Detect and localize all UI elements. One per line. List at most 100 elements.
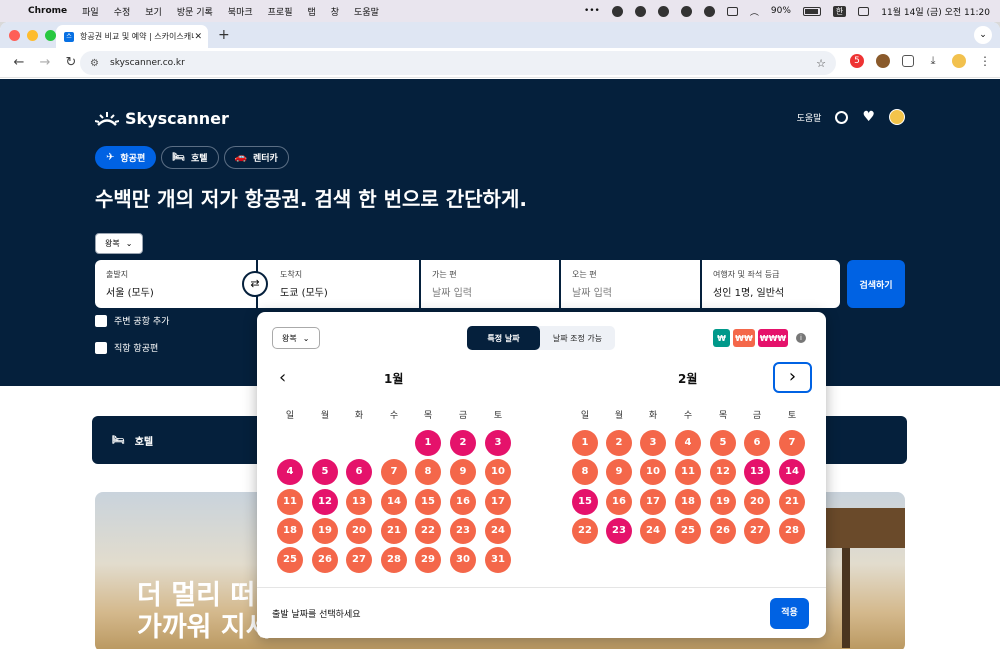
help-link[interactable]: 도움말 [797, 111, 822, 124]
extensions-puzzle-icon[interactable] [902, 55, 914, 67]
calendar-day[interactable]: 11 [277, 488, 303, 515]
calendar-day[interactable]: 24 [485, 517, 511, 544]
calendar-day[interactable]: 30 [450, 547, 476, 574]
swap-locations-button[interactable]: ⇄ [242, 271, 268, 297]
tab-close-icon[interactable]: ✕ [194, 32, 202, 42]
calendar-day[interactable]: 20 [346, 517, 372, 544]
calendar-day[interactable]: 12 [710, 459, 736, 486]
pill-car-rental[interactable]: 🚗 렌터카 [223, 146, 289, 169]
calendar-day[interactable]: 4 [675, 430, 701, 456]
origin-field[interactable]: 출발지 서울 (모두) [95, 260, 256, 308]
site-info-icon[interactable]: ⚙ [90, 58, 104, 69]
more-dots-icon[interactable]: ••• [584, 6, 600, 16]
calendar-day[interactable]: 23 [606, 517, 632, 544]
calendar-day[interactable]: 28 [779, 517, 805, 544]
calendar-day[interactable]: 6 [744, 430, 770, 456]
info-icon[interactable]: i [796, 333, 806, 343]
calendar-day[interactable]: 29 [415, 547, 441, 574]
calendar-day[interactable]: 19 [312, 517, 338, 544]
calendar-day[interactable]: 17 [485, 488, 511, 515]
calendar-day[interactable]: 23 [450, 517, 476, 544]
calendar-day[interactable]: 15 [415, 488, 441, 515]
user-avatar[interactable] [889, 109, 905, 125]
calendar-day[interactable]: 22 [572, 517, 598, 544]
travellers-field[interactable]: 여행자 및 좌석 등급 성인 1명, 일반석 [702, 260, 840, 308]
trip-type-select[interactable]: 왕복 ⌄ [95, 233, 143, 254]
calendar-day[interactable]: 8 [572, 459, 598, 486]
tab-specific-dates[interactable]: 특정 날짜 [467, 326, 540, 350]
status-app-icon-2[interactable] [634, 5, 646, 17]
menubar-clock[interactable]: 11월 14일 (금) 오전 11:20 [881, 5, 990, 18]
calendar-day[interactable]: 13 [744, 459, 770, 486]
calendar-day[interactable]: 14 [381, 488, 407, 515]
calendar-day[interactable]: 31 [485, 547, 511, 574]
calendar-day[interactable]: 4 [277, 459, 303, 486]
url-text[interactable]: skyscanner.co.kr [110, 58, 816, 68]
browser-tab-active[interactable]: 스 항공권 비교 및 예약 | 스카이스캐너 ✕ [56, 25, 208, 48]
status-app-icon[interactable] [611, 5, 623, 17]
wifi-icon[interactable]: ︵ [750, 5, 759, 18]
calendar-day[interactable]: 11 [675, 459, 701, 486]
calendar-day[interactable]: 21 [381, 517, 407, 544]
depart-date-field[interactable]: 가는 편 날짜 입력 [421, 260, 559, 308]
back-button[interactable]: ← [12, 55, 26, 70]
nearby-airports-checkbox[interactable]: 주변 공항 추가 [95, 314, 169, 327]
profile-avatar-icon[interactable] [952, 54, 966, 68]
battery-icon[interactable] [802, 6, 821, 16]
picker-trip-type-select[interactable]: 왕복 ⌄ [272, 327, 320, 349]
grid-icon[interactable] [726, 6, 738, 16]
globe-icon[interactable] [835, 110, 849, 124]
skyscanner-logo[interactable]: Skyscanner [95, 109, 229, 128]
new-tab-button[interactable]: + [218, 27, 230, 43]
menu-file[interactable]: 파일 [82, 5, 99, 18]
calendar-day[interactable]: 3 [485, 430, 511, 456]
minimize-window-button[interactable] [27, 29, 38, 41]
calendar-day[interactable]: 26 [312, 547, 338, 574]
return-date-field[interactable]: 오는 편 날짜 입력 [561, 260, 700, 308]
extension-badge-icon[interactable]: 5 [850, 54, 864, 68]
calendar-day[interactable]: 8 [415, 459, 441, 486]
calendar-day[interactable]: 9 [450, 459, 476, 486]
direct-flights-checkbox[interactable]: 직항 항공편 [95, 341, 158, 354]
calendar-day[interactable]: 7 [381, 459, 407, 486]
calendar-day[interactable]: 24 [640, 517, 666, 544]
calendar-day[interactable]: 3 [640, 430, 666, 456]
menu-bookmarks[interactable]: 북마크 [228, 5, 253, 18]
apply-button[interactable]: 적용 [770, 598, 809, 629]
control-center-icon[interactable] [858, 6, 870, 16]
pill-hotels[interactable]: 🛏 호텔 [161, 146, 219, 169]
calendar-day[interactable]: 16 [606, 488, 632, 515]
tab-search-chevron-icon[interactable]: ⌄ [974, 26, 992, 44]
calendar-day[interactable]: 22 [415, 517, 441, 544]
calendar-day[interactable]: 13 [346, 488, 372, 515]
heart-icon[interactable]: ♥ [862, 109, 875, 125]
forward-button[interactable]: → [38, 55, 52, 70]
calendar-day[interactable]: 2 [606, 430, 632, 456]
menu-app-name[interactable]: Chrome [28, 6, 67, 16]
calendar-day[interactable]: 1 [572, 430, 598, 456]
calendar-day[interactable]: 17 [640, 488, 666, 515]
calendar-day[interactable]: 10 [485, 459, 511, 486]
calendar-day[interactable]: 15 [572, 488, 598, 515]
calendar-day[interactable]: 20 [744, 488, 770, 515]
calendar-day[interactable]: 12 [312, 488, 338, 515]
status-app-icon-3[interactable] [657, 5, 669, 17]
menu-help[interactable]: 도움말 [354, 5, 379, 18]
browser-menu-icon[interactable]: ⋮ [978, 54, 992, 68]
calendar-day[interactable]: 19 [710, 488, 736, 515]
address-bar[interactable]: ⚙ skyscanner.co.kr ☆ [80, 51, 836, 75]
menu-tab[interactable]: 탭 [307, 5, 315, 18]
calendar-day[interactable]: 6 [346, 459, 372, 486]
calendar-day[interactable]: 9 [606, 459, 632, 486]
menu-history[interactable]: 방문 기록 [177, 5, 213, 18]
input-method-badge[interactable]: 한 [832, 5, 847, 17]
calendar-day[interactable]: 2 [450, 430, 476, 456]
checkbox-box[interactable] [95, 314, 107, 327]
calendar-day[interactable]: 7 [779, 430, 805, 456]
cookie-extension-icon[interactable] [876, 54, 890, 68]
pill-flights[interactable]: ✈ 항공편 [95, 146, 157, 169]
calendar-day[interactable]: 16 [450, 488, 476, 515]
calendar-day[interactable]: 5 [710, 430, 736, 456]
calendar-day[interactable]: 25 [675, 517, 701, 544]
download-icon[interactable]: ⤓ [926, 54, 940, 68]
